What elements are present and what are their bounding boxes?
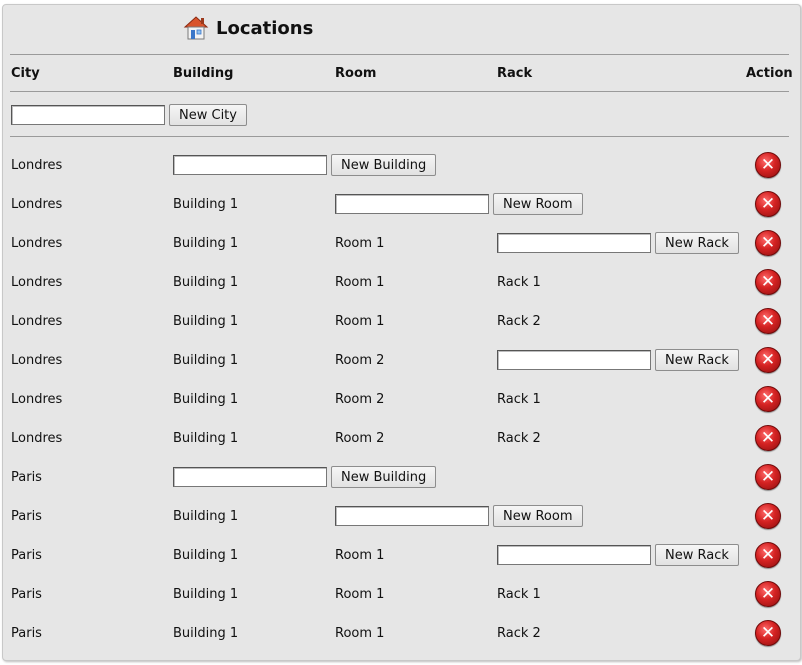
city-cell: Londres (11, 235, 63, 251)
new-rack-input[interactable] (497, 350, 651, 370)
table-row: Londres Building 1 Room 2 Rack 2 ✕ (0, 422, 802, 454)
column-header-rack: Rack (497, 66, 533, 81)
room-cell: Room 1 (335, 547, 385, 563)
room-cell: Room 2 (335, 352, 385, 368)
city-cell: Paris (11, 586, 42, 602)
table-row: Londres Building 1 Room 1 New Rack ✕ (0, 227, 802, 259)
building-cell: Building 1 (173, 508, 239, 524)
city-cell: Londres (11, 313, 63, 329)
delete-icon[interactable]: ✕ (755, 425, 781, 451)
new-city-row: New City (0, 99, 802, 131)
delete-icon[interactable]: ✕ (755, 152, 781, 178)
delete-icon[interactable]: ✕ (755, 503, 781, 529)
room-cell: Room 1 (335, 625, 385, 641)
building-cell: Building 1 (173, 313, 239, 329)
rack-cell: Rack 2 (497, 313, 541, 329)
table-row: Paris Building 1 New Room ✕ (0, 500, 802, 532)
new-city-button[interactable]: New City (169, 104, 247, 126)
new-rack-input[interactable] (497, 233, 651, 253)
delete-icon[interactable]: ✕ (755, 620, 781, 646)
city-cell: Paris (11, 625, 42, 641)
table-row: Londres New Building ✕ (0, 149, 802, 181)
room-cell: Room 1 (335, 313, 385, 329)
rack-cell: Rack 1 (497, 391, 541, 407)
new-room-input[interactable] (335, 194, 489, 214)
new-room-input[interactable] (335, 506, 489, 526)
delete-icon[interactable]: ✕ (755, 581, 781, 607)
building-cell: Building 1 (173, 547, 239, 563)
new-city-divider (10, 136, 789, 137)
building-cell: Building 1 (173, 274, 239, 290)
table-row: Londres Building 1 Room 1 Rack 1 ✕ (0, 266, 802, 298)
page-title: Locations (182, 12, 313, 44)
new-city-input[interactable] (11, 105, 165, 125)
delete-icon[interactable]: ✕ (755, 191, 781, 217)
new-building-button[interactable]: New Building (331, 154, 437, 176)
column-header-city: City (11, 66, 40, 81)
city-cell: Londres (11, 274, 63, 290)
table-row: Londres Building 1 New Room ✕ (0, 188, 802, 220)
header-top-divider (10, 54, 789, 55)
table-row: Paris Building 1 Room 1 New Rack ✕ (0, 539, 802, 571)
room-cell: Room 2 (335, 391, 385, 407)
room-cell: Room 1 (335, 586, 385, 602)
new-room-button[interactable]: New Room (493, 193, 583, 215)
table-row: Paris Building 1 Room 1 Rack 1 ✕ (0, 578, 802, 610)
city-cell: Paris (11, 469, 42, 485)
building-cell: Building 1 (173, 586, 239, 602)
rack-cell: Rack 2 (497, 625, 541, 641)
building-cell: Building 1 (173, 352, 239, 368)
table-row: Londres Building 1 Room 2 Rack 1 ✕ (0, 383, 802, 415)
new-rack-input[interactable] (497, 545, 651, 565)
building-cell: Building 1 (173, 235, 239, 251)
delete-icon[interactable]: ✕ (755, 308, 781, 334)
room-cell: Room 1 (335, 274, 385, 290)
delete-icon[interactable]: ✕ (755, 464, 781, 490)
new-building-input[interactable] (173, 155, 327, 175)
table-row: Paris New Building ✕ (0, 461, 802, 493)
building-cell: Building 1 (173, 196, 239, 212)
new-rack-button[interactable]: New Rack (655, 349, 739, 371)
delete-icon[interactable]: ✕ (755, 386, 781, 412)
room-cell: Room 1 (335, 235, 385, 251)
new-rack-button[interactable]: New Rack (655, 232, 739, 254)
delete-icon[interactable]: ✕ (755, 269, 781, 295)
new-rack-button[interactable]: New Rack (655, 544, 739, 566)
new-building-button[interactable]: New Building (331, 466, 437, 488)
column-header-building: Building (173, 66, 234, 81)
rack-cell: Rack 1 (497, 586, 541, 602)
table-row: Londres Building 1 Room 1 Rack 2 ✕ (0, 305, 802, 337)
table-row: Paris Building 1 Room 1 Rack 2 ✕ (0, 617, 802, 649)
building-cell: Building 1 (173, 430, 239, 446)
new-room-button[interactable]: New Room (493, 505, 583, 527)
rack-cell: Rack 2 (497, 430, 541, 446)
building-cell: Building 1 (173, 391, 239, 407)
page-title-label: Locations (216, 17, 314, 39)
room-cell: Room 2 (335, 430, 385, 446)
city-cell: Paris (11, 547, 42, 563)
header-bottom-divider (10, 91, 789, 92)
table-row: Londres Building 1 Room 2 New Rack ✕ (0, 344, 802, 376)
city-cell: Paris (11, 508, 42, 524)
city-cell: Londres (11, 430, 63, 446)
city-cell: Londres (11, 391, 63, 407)
delete-icon[interactable]: ✕ (755, 542, 781, 568)
city-cell: Londres (11, 196, 63, 212)
city-cell: Londres (11, 352, 63, 368)
delete-icon[interactable]: ✕ (755, 230, 781, 256)
column-header-room: Room (335, 66, 377, 81)
column-header-action: Action (746, 66, 793, 81)
building-cell: Building 1 (173, 625, 239, 641)
house-icon (183, 16, 209, 40)
city-cell: Londres (11, 157, 63, 173)
delete-icon[interactable]: ✕ (755, 347, 781, 373)
rack-cell: Rack 1 (497, 274, 541, 290)
new-building-input[interactable] (173, 467, 327, 487)
